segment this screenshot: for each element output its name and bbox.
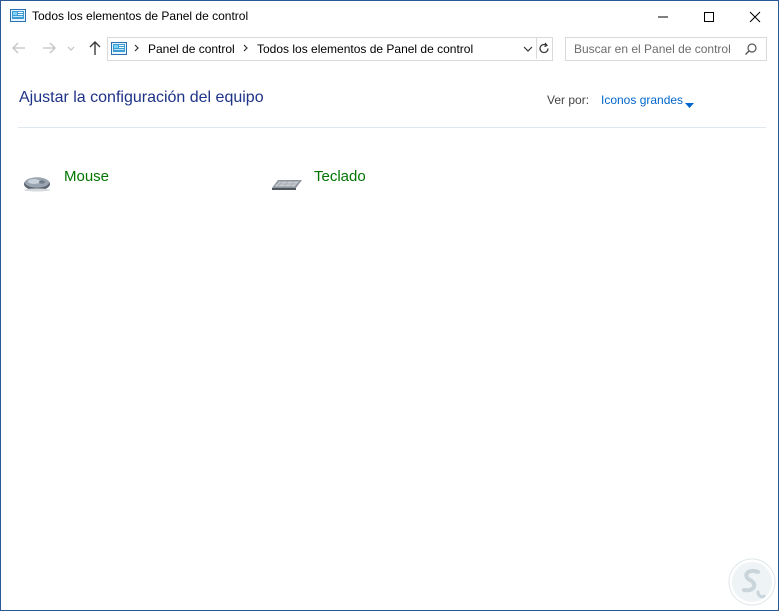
search-input[interactable]: Buscar en el Panel de control — [574, 42, 731, 56]
search-icon[interactable] — [744, 42, 758, 56]
arrow-left-icon — [12, 42, 25, 54]
item-label-keyboard[interactable]: Teclado — [314, 168, 366, 185]
minimize-button[interactable] — [640, 1, 686, 31]
chevron-down-icon — [67, 46, 75, 51]
minimize-icon — [658, 16, 668, 18]
close-icon — [749, 11, 761, 23]
address-dropdown-button[interactable] — [520, 40, 536, 57]
navigation-bar: Panel de control Todos los elementos de … — [1, 32, 778, 66]
breadcrumb-control-panel[interactable]: Panel de control — [148, 42, 235, 56]
view-by-dropdown[interactable]: Iconos grandes — [601, 93, 683, 107]
item-label-mouse[interactable]: Mouse — [64, 168, 109, 185]
breadcrumb-chevron-icon[interactable] — [242, 41, 250, 58]
keyboard-icon — [270, 170, 302, 194]
mouse-icon — [22, 170, 54, 194]
refresh-icon — [539, 42, 549, 54]
watermark-logo — [728, 558, 776, 606]
caret-down-icon[interactable] — [685, 96, 694, 108]
chevron-down-icon — [523, 46, 533, 52]
page-title: Ajustar la configuración del equipo — [19, 89, 264, 106]
control-panel-item-mouse[interactable]: Mouse — [22, 168, 122, 200]
address-bar[interactable]: Panel de control Todos los elementos de … — [107, 37, 553, 61]
arrow-right-icon — [43, 42, 56, 54]
close-button[interactable] — [732, 1, 778, 31]
breadcrumb-chevron-icon[interactable] — [133, 41, 141, 58]
control-panel-icon — [111, 42, 127, 55]
view-by-label: Ver por: — [547, 93, 590, 107]
refresh-button[interactable] — [536, 38, 552, 59]
control-panel-item-keyboard[interactable]: Teclado — [270, 168, 380, 200]
title-bar: Todos los elementos de Panel de control — [1, 1, 778, 31]
search-box[interactable]: Buscar en el Panel de control — [565, 37, 767, 61]
forward-button[interactable] — [40, 39, 58, 57]
window-title: Todos los elementos de Panel de control — [32, 9, 249, 23]
maximize-icon — [704, 12, 714, 22]
arrow-up-icon — [89, 41, 101, 55]
recent-locations-button[interactable] — [65, 39, 77, 57]
up-button[interactable] — [86, 39, 104, 57]
breadcrumb-all-items[interactable]: Todos los elementos de Panel de control — [257, 42, 473, 56]
control-panel-icon — [10, 9, 26, 22]
control-panel-window: Todos los elementos de Panel de control — [0, 0, 779, 611]
divider — [18, 127, 766, 128]
maximize-button[interactable] — [686, 1, 732, 31]
back-button[interactable] — [10, 39, 28, 57]
